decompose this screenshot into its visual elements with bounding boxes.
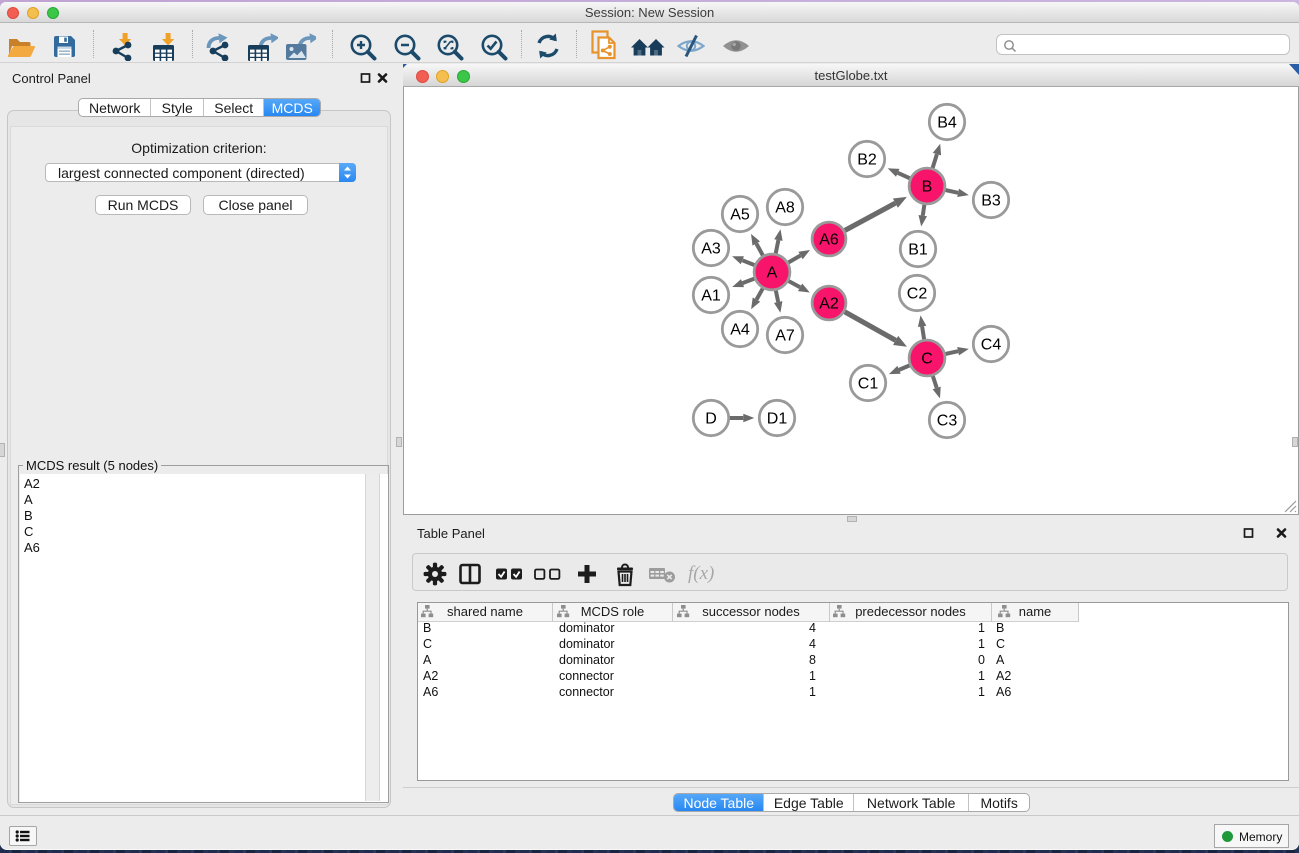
svg-text:B2: B2 bbox=[857, 152, 877, 169]
svg-text:C1: C1 bbox=[858, 376, 879, 393]
svg-text:A7: A7 bbox=[775, 328, 795, 345]
svg-text:A4: A4 bbox=[730, 322, 750, 339]
svg-text:A5: A5 bbox=[730, 207, 750, 224]
svg-text:A1: A1 bbox=[701, 288, 721, 305]
svg-text:A: A bbox=[767, 265, 778, 282]
svg-text:B1: B1 bbox=[908, 242, 928, 259]
svg-text:C: C bbox=[921, 351, 933, 368]
svg-text:B4: B4 bbox=[937, 115, 957, 132]
svg-text:C4: C4 bbox=[981, 337, 1002, 354]
svg-text:B: B bbox=[922, 179, 933, 196]
svg-text:D1: D1 bbox=[767, 411, 788, 428]
svg-text:A8: A8 bbox=[775, 200, 795, 217]
svg-text:A2: A2 bbox=[819, 296, 839, 313]
svg-text:C2: C2 bbox=[907, 286, 928, 303]
svg-text:A3: A3 bbox=[701, 241, 721, 258]
svg-text:A6: A6 bbox=[819, 232, 839, 249]
svg-text:D: D bbox=[705, 411, 717, 428]
svg-text:C3: C3 bbox=[937, 413, 958, 430]
svg-text:B3: B3 bbox=[981, 193, 1001, 210]
